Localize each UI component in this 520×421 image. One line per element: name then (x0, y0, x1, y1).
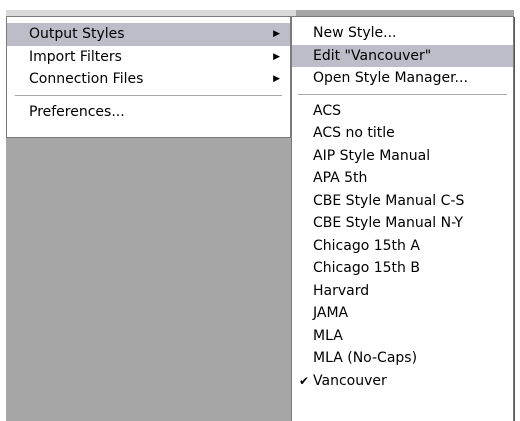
menu-item-import-filters[interactable]: Import Filters ▶ (7, 46, 290, 69)
submenu-item-label: New Style... (313, 25, 397, 41)
style-item-aip-style-manual[interactable]: AIP Style Manual (292, 145, 513, 168)
menu-item-label: Connection Files (29, 71, 144, 87)
style-item-label: MLA (313, 327, 343, 344)
style-item-label: Harvard (313, 282, 370, 299)
menu-separator (15, 94, 282, 96)
style-item-acs[interactable]: ACS (292, 100, 513, 123)
style-item-mla[interactable]: MLA (292, 325, 513, 348)
style-item-label: Vancouver (313, 372, 387, 389)
submenu-arrow-icon: ▶ (273, 74, 280, 84)
style-item-label: ACS (313, 102, 341, 119)
menu-item-label: Preferences... (29, 103, 125, 120)
submenu-item-new-style[interactable]: New Style... (292, 22, 513, 45)
submenu-item-label: Open Style Manager... (313, 70, 468, 86)
submenu-item-edit-vancouver[interactable]: Edit "Vancouver" (292, 44, 513, 67)
output-styles-submenu: New Style... Edit "Vancouver" Open Style… (291, 16, 514, 421)
style-item-label: Chicago 15th A (313, 237, 420, 254)
style-item-harvard[interactable]: Harvard (292, 280, 513, 303)
style-item-label: APA 5th (313, 170, 368, 186)
style-item-label: CBE Style Manual N-Y (313, 215, 464, 231)
style-item-label: AIP Style Manual (313, 147, 431, 164)
style-item-apa-5th[interactable]: APA 5th (292, 167, 513, 190)
style-item-label: Chicago 15th B (313, 260, 420, 276)
menu-separator (298, 93, 507, 95)
style-item-label: ACS no title (313, 125, 395, 141)
style-item-chicago-15th-a[interactable]: Chicago 15th A (292, 235, 513, 258)
submenu-arrow-icon: ▶ (273, 51, 280, 62)
style-item-vancouver[interactable]: ✔ Vancouver (292, 370, 513, 393)
menu-item-connection-files[interactable]: Connection Files ▶ (7, 68, 290, 91)
style-item-mla-no-caps[interactable]: MLA (No-Caps) (292, 347, 513, 370)
menu-item-label: Import Filters (29, 48, 122, 65)
submenu-item-open-style-manager[interactable]: Open Style Manager... (292, 67, 513, 90)
style-item-cbe-n-y[interactable]: CBE Style Manual N-Y (292, 212, 513, 235)
menu-item-preferences[interactable]: Preferences... (7, 101, 290, 124)
style-item-label: MLA (No-Caps) (313, 350, 418, 366)
menu-item-output-styles[interactable]: Output Styles ▶ (7, 23, 290, 46)
style-item-label: JAMA (313, 305, 349, 321)
style-item-cbe-c-s[interactable]: CBE Style Manual C-S (292, 190, 513, 213)
style-item-chicago-15th-b[interactable]: Chicago 15th B (292, 257, 513, 280)
style-item-acs-no-title[interactable]: ACS no title (292, 122, 513, 145)
submenu-item-label: Edit "Vancouver" (313, 47, 432, 64)
checkmark-icon: ✔ (299, 373, 310, 388)
style-item-label: CBE Style Manual C-S (313, 192, 465, 209)
menu-item-label: Output Styles (29, 26, 125, 42)
main-dropdown-menu: Output Styles ▶ Import Filters ▶ Connect… (6, 16, 291, 138)
submenu-arrow-icon: ▶ (273, 29, 280, 39)
style-item-jama[interactable]: JAMA (292, 302, 513, 325)
